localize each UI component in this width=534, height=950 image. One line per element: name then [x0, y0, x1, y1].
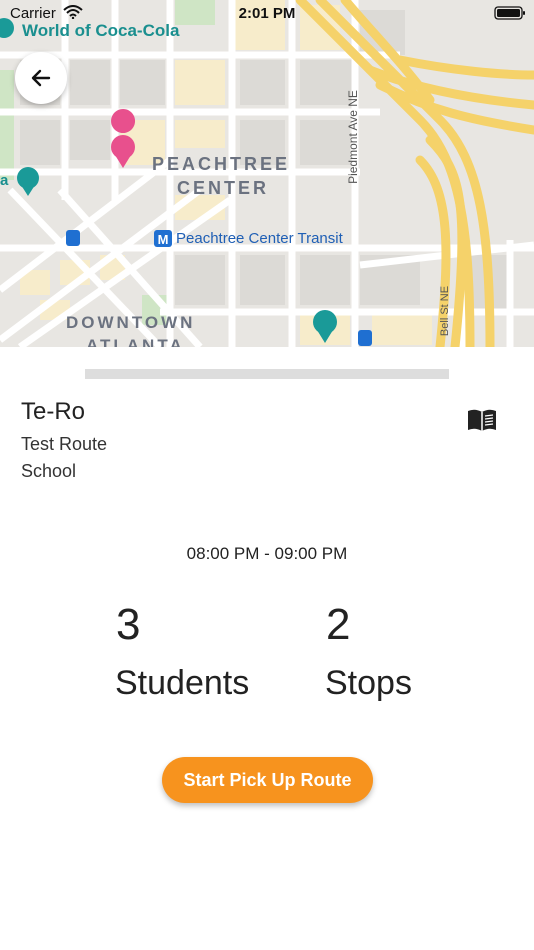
map-label-peachtree: PEACHTREE: [152, 154, 291, 174]
route-name: Te-Ro: [21, 398, 86, 425]
battery-icon: [494, 6, 525, 20]
map-label-piedmont: Piedmont Ave NE: [345, 90, 360, 184]
map-label-atlanta: ATLANTA: [86, 336, 185, 347]
map-label-bell-st: Bell St NE: [439, 285, 452, 337]
status-bar: Carrier 2:01 PM: [0, 0, 534, 28]
map-label-partial: a: [0, 172, 9, 189]
transit-badge-text: M: [158, 232, 169, 247]
sheet-drag-handle[interactable]: [85, 369, 449, 379]
route-description: Test Route: [21, 434, 108, 454]
students-label: Students: [115, 664, 250, 702]
back-button[interactable]: [15, 52, 67, 104]
stops-count: 2: [326, 600, 351, 649]
map-label-downtown: DOWNTOWN: [66, 313, 196, 332]
route-type: School: [21, 461, 77, 481]
map-view[interactable]: M World of Coca-Cola PEACHTREE CENTER Pe…: [0, 0, 534, 347]
time-range: 08:00 PM - 09:00 PM: [186, 544, 348, 563]
arrow-left-icon: [31, 69, 51, 87]
status-time: 2:01 PM: [238, 5, 296, 22]
map-label-transit: Peachtree Center Transit: [176, 230, 343, 247]
students-count: 3: [116, 600, 141, 649]
start-pick-up-route-button[interactable]: Start Pick Up Route: [162, 757, 373, 803]
map-label-center: CENTER: [177, 178, 270, 198]
stops-label: Stops: [325, 664, 412, 702]
menu-book-icon[interactable]: [466, 408, 498, 432]
